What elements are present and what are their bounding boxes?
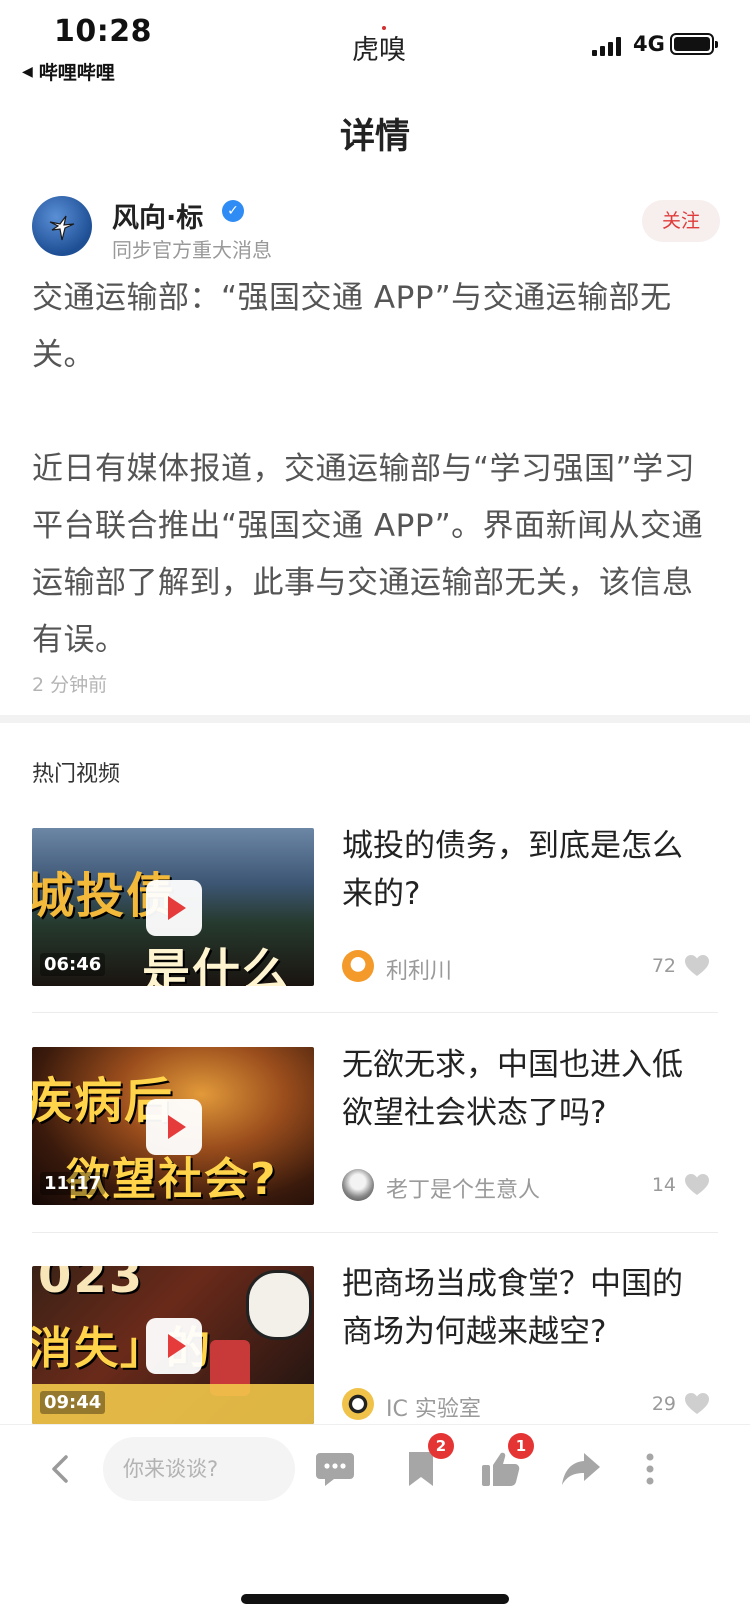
back-app-label: 哔哩哔哩 — [38, 62, 115, 84]
signal-icon — [592, 36, 621, 56]
video-meta: 利利川 72 — [342, 950, 718, 984]
like-button[interactable]: 1 — [480, 1433, 534, 1489]
channel-name[interactable]: 老丁是个生意人 — [386, 1172, 540, 1204]
channel-avatar[interactable] — [342, 950, 374, 982]
back-arrow-icon[interactable] — [46, 1453, 78, 1485]
author-row: 风向·标 ✓ 同步官方重大消息 关注 — [32, 196, 722, 262]
channel-avatar[interactable] — [342, 1388, 374, 1420]
brand-logo: 虎嗅 — [352, 26, 406, 67]
comment-input[interactable]: 你来谈谈? — [103, 1437, 295, 1501]
bookmark-button[interactable]: 2 — [400, 1433, 454, 1489]
video-duration: 11:17 — [40, 1172, 106, 1195]
video-duration: 06:46 — [40, 953, 106, 976]
heart-icon[interactable] — [684, 954, 710, 978]
heart-icon[interactable] — [684, 1392, 710, 1416]
like-badge: 1 — [508, 1433, 534, 1459]
like-count: 72 — [651, 955, 676, 977]
share-icon[interactable] — [560, 1449, 602, 1489]
channel-avatar[interactable] — [342, 1169, 374, 1201]
post-time: 2 分钟前 — [32, 674, 108, 696]
network-type: 4G — [633, 32, 665, 56]
list-separator — [32, 1232, 718, 1233]
brand-dot-icon — [382, 26, 386, 30]
article-paragraph: 近日有媒体报道，交通运输部与“学习强国”学习平台联合推出“强国交通 APP”。界… — [32, 451, 704, 658]
brand-logo-text: 虎嗅 — [352, 35, 406, 66]
bookmark-badge: 2 — [428, 1433, 454, 1459]
meme-face-icon — [246, 1270, 312, 1340]
back-triangle-icon: ◀ — [22, 63, 33, 80]
list-separator — [32, 1012, 718, 1013]
video-item[interactable]: 城投债 是什么 06:46 城投的债务，到底是怎么来的? 利利川 72 — [32, 828, 718, 1018]
back-to-app-link[interactable]: ◀ 哔哩哔哩 — [22, 58, 115, 85]
page-title: 详情 — [339, 117, 410, 157]
article-headline: 交通运输部：“强国交通 APP”与交通运输部无关。 — [32, 280, 672, 373]
video-title[interactable]: 无欲无求，中国也进入低欲望社会状态了吗? — [342, 1041, 702, 1137]
bird-icon — [49, 215, 75, 241]
thumb-caption: 023 — [38, 1266, 145, 1304]
video-title[interactable]: 把商场当成食堂？中国的商场为何越来越空? — [342, 1260, 702, 1356]
author-avatar[interactable] — [32, 196, 92, 256]
home-indicator[interactable] — [241, 1594, 509, 1604]
comment-icon[interactable] — [314, 1449, 356, 1489]
author-name[interactable]: 风向·标 — [112, 196, 203, 235]
like-count: 14 — [651, 1174, 676, 1196]
more-icon[interactable] — [640, 1449, 660, 1489]
verified-check-icon: ✓ — [222, 200, 244, 222]
play-icon[interactable] — [146, 1318, 202, 1374]
battery-icon — [670, 33, 718, 55]
channel-name[interactable]: IC 实验室 — [386, 1391, 481, 1423]
channel-name[interactable]: 利利川 — [386, 953, 452, 985]
video-thumbnail[interactable]: 城投债 是什么 06:46 — [32, 828, 314, 986]
video-title[interactable]: 城投的债务，到底是怎么来的? — [342, 822, 702, 918]
hot-videos-title: 热门视频 — [32, 762, 121, 787]
like-count: 29 — [651, 1393, 676, 1415]
thumb-caption: 是什么 — [142, 944, 293, 986]
section-divider — [0, 715, 750, 723]
video-item[interactable]: 疾病后 欲望社会? 11:17 无欲无求，中国也进入低欲望社会状态了吗? 老丁是… — [32, 1047, 718, 1237]
play-icon[interactable] — [146, 1099, 202, 1155]
heart-icon[interactable] — [684, 1173, 710, 1197]
video-meta: IC 实验室 29 — [342, 1388, 718, 1422]
video-duration: 09:44 — [40, 1391, 106, 1414]
play-icon[interactable] — [146, 880, 202, 936]
follow-button[interactable]: 关注 — [642, 200, 720, 242]
video-thumbnail[interactable]: 疾病后 欲望社会? 11:17 — [32, 1047, 314, 1205]
video-meta: 老丁是个生意人 14 — [342, 1169, 718, 1203]
status-bar: 10:28 ◀ 哔哩哔哩 虎嗅 4G — [0, 0, 750, 90]
video-thumbnail[interactable]: 023 消失」的 09:44 — [32, 1266, 314, 1424]
author-subtitle: 同步官方重大消息 — [112, 238, 272, 262]
status-time: 10:28 — [54, 14, 152, 49]
article-body: 交通运输部：“强国交通 APP”与交通运输部无关。 近日有媒体报道，交通运输部与… — [32, 270, 722, 669]
